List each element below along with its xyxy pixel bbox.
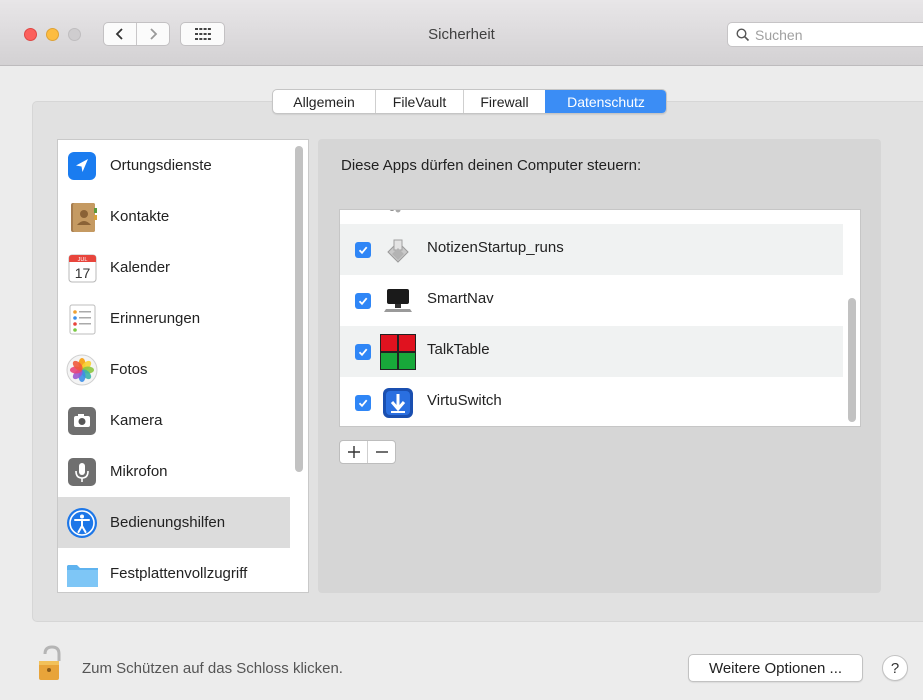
minus-icon <box>375 451 388 453</box>
app-checkbox[interactable] <box>355 344 371 360</box>
talktable-grid-icon <box>380 334 416 370</box>
sidebar-item-label: Kamera <box>110 412 163 429</box>
sidebar-item-kalender[interactable]: JUL 17 Kalender <box>58 242 290 293</box>
app-name: NotizenStartup_runs <box>427 239 564 256</box>
calendar-icon: JUL 17 <box>68 254 97 283</box>
tab-allgemein[interactable]: Allgemein <box>273 90 375 113</box>
sidebar-item-fotos[interactable]: Fotos <box>58 344 290 395</box>
app-checkbox[interactable] <box>355 242 371 258</box>
help-button[interactable]: ? <box>882 655 908 681</box>
folder-icon <box>67 565 98 587</box>
location-arrow-icon <box>68 152 96 180</box>
sidebar-item-label: Kalender <box>110 259 171 276</box>
add-app-button[interactable] <box>340 441 367 463</box>
reminders-icon <box>69 304 96 335</box>
checkmark-icon <box>358 297 368 306</box>
sidebar-item-label: Festplattenvollzugriff <box>110 565 248 582</box>
camera-icon <box>68 407 96 435</box>
tab-datenschutz[interactable]: Datenschutz <box>545 90 666 113</box>
tab-bar: Allgemein FileVault Firewall Datenschutz <box>272 89 667 114</box>
svg-text:17: 17 <box>75 265 91 281</box>
photos-flower-icon <box>66 354 98 386</box>
sidebar-item-festplattenvollzugriff[interactable]: Festplattenvollzugriff <box>58 548 290 592</box>
virtuswitch-arrow-icon <box>383 388 413 418</box>
app-checkbox[interactable] <box>355 293 371 309</box>
app-list[interactable]: NotizenStartup_runs SmartNav TalkTable V… <box>339 209 861 427</box>
tab-firewall[interactable]: Firewall <box>463 90 545 113</box>
microphone-icon <box>68 458 96 486</box>
checkmark-icon <box>358 348 368 357</box>
generic-app-icon <box>387 239 409 263</box>
add-remove-control <box>339 440 396 464</box>
monitor-icon <box>384 289 412 312</box>
app-name: TalkTable <box>427 341 490 358</box>
app-row-virtuswitch: VirtuSwitch <box>340 377 843 426</box>
svg-text:JUL: JUL <box>78 257 88 263</box>
remove-app-button[interactable] <box>367 441 395 463</box>
privacy-category-list[interactable]: Ortungsdienste Kontakte JUL 17 Kalender <box>57 139 309 593</box>
sidebar-item-label: Erinnerungen <box>110 310 201 327</box>
sidebar-item-label: Fotos <box>110 361 148 378</box>
app-name: VirtuSwitch <box>427 392 502 409</box>
app-row-talktable: TalkTable <box>340 326 843 377</box>
checkmark-icon <box>358 399 368 408</box>
sidebar-item-bedienungshilfen[interactable]: Bedienungshilfen <box>58 497 290 548</box>
sidebar-item-kamera[interactable]: Kamera <box>58 395 290 446</box>
sidebar-item-mikrofon[interactable]: Mikrofon <box>58 446 290 497</box>
tab-filevault[interactable]: FileVault <box>375 90 463 113</box>
accessibility-icon <box>67 508 97 538</box>
app-name: SmartNav <box>427 290 494 307</box>
app-row-notizenstartup: NotizenStartup_runs <box>340 224 843 275</box>
search-icon <box>736 27 750 41</box>
sidebar-scrollbar[interactable] <box>295 146 303 472</box>
sidebar-item-label: Kontakte <box>110 208 170 225</box>
title-bar: Sicherheit Suchen <box>0 0 923 66</box>
contacts-book-icon <box>71 203 97 232</box>
sidebar-item-kontakte[interactable]: Kontakte <box>58 191 290 242</box>
app-row-smartnav: SmartNav <box>340 275 843 326</box>
apps-heading: Diese Apps dürfen deinen Computer steuer… <box>341 157 642 174</box>
app-list-scrollbar[interactable] <box>848 298 856 422</box>
more-options-button[interactable]: Weitere Optionen ... <box>688 654 863 682</box>
sidebar-item-label: Ortungsdienste <box>110 157 212 174</box>
lock-hint-text: Zum Schützen auf das Schloss klicken. <box>82 660 343 677</box>
search-placeholder: Suchen <box>755 26 803 43</box>
partial-app-icon <box>389 210 401 213</box>
app-checkbox[interactable] <box>355 395 371 411</box>
sidebar-item-erinnerungen[interactable]: Erinnerungen <box>58 293 290 344</box>
sidebar-item-label: Mikrofon <box>110 463 168 480</box>
sidebar-item-ortungsdienste[interactable]: Ortungsdienste <box>58 140 290 191</box>
search-field[interactable]: Suchen <box>727 22 923 47</box>
plus-icon <box>347 446 360 458</box>
sidebar-item-label: Bedienungshilfen <box>110 514 226 531</box>
checkmark-icon <box>358 246 368 255</box>
lock-icon[interactable] <box>38 643 66 683</box>
